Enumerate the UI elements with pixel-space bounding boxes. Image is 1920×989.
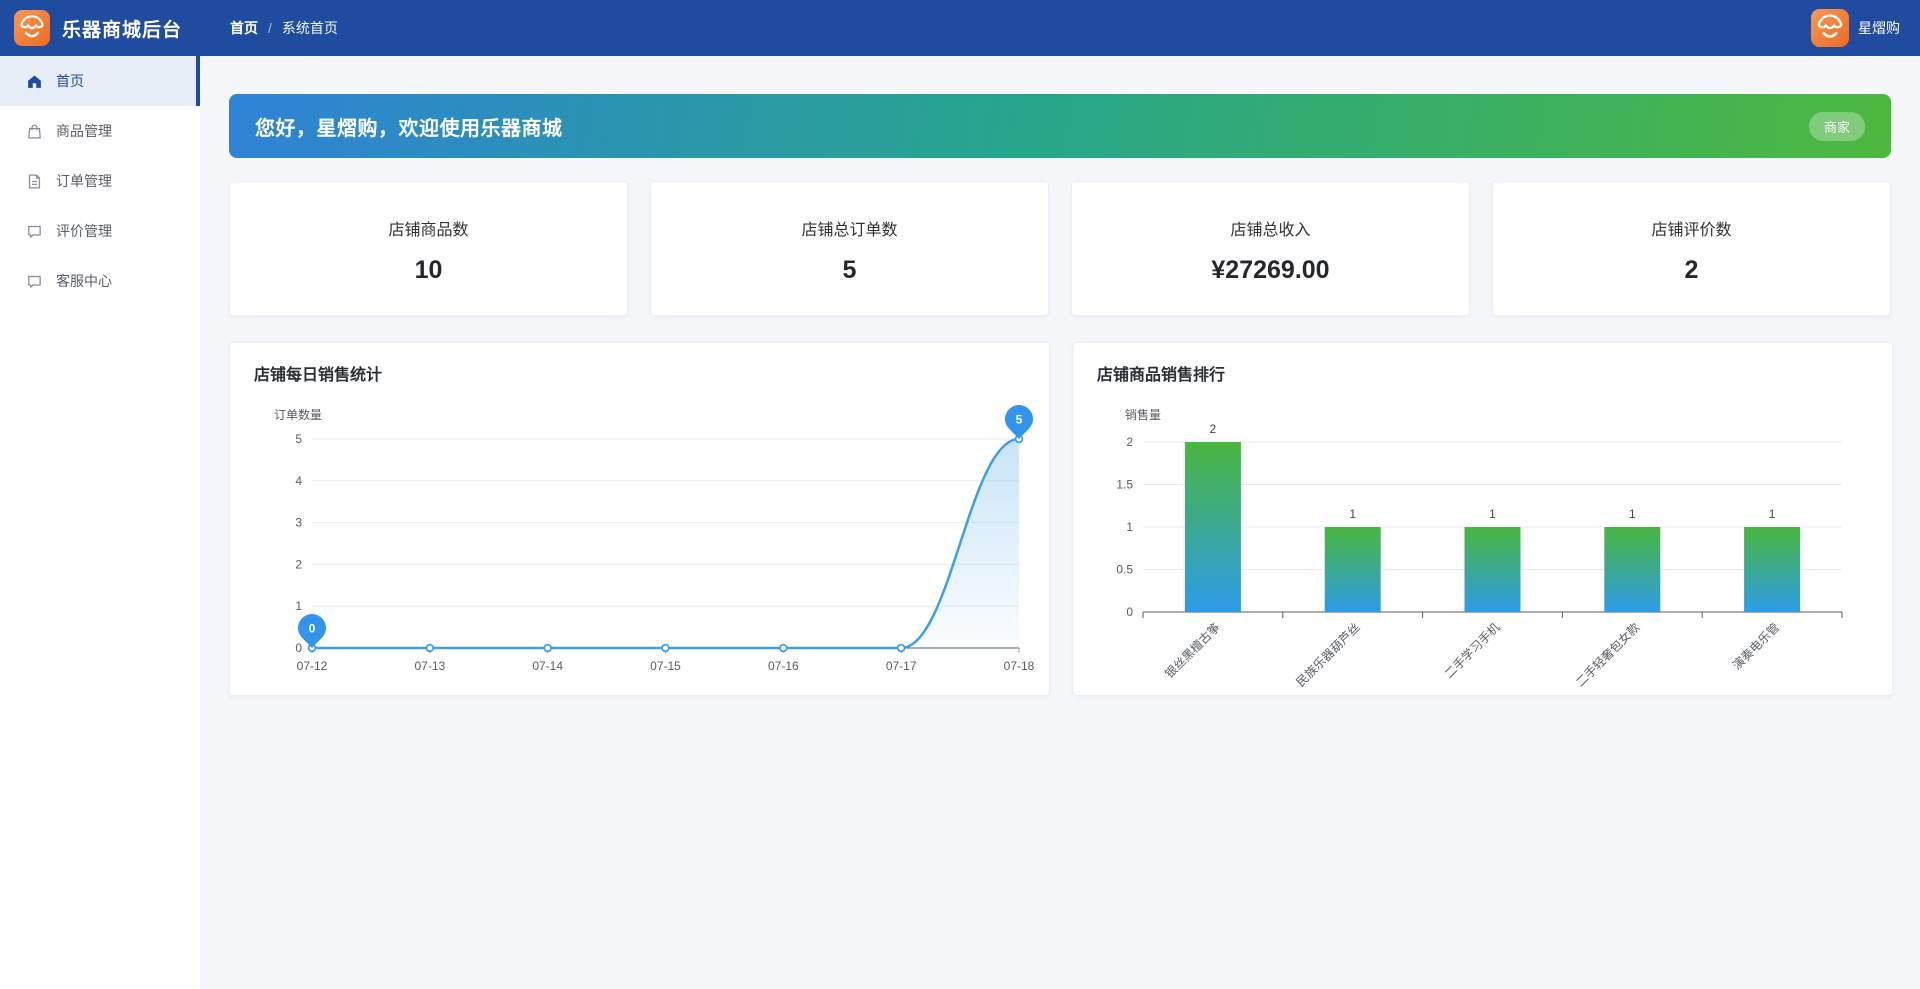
mark-point-pin: 5 [1005,405,1033,439]
svg-text:07-14: 07-14 [532,659,563,673]
svg-text:1: 1 [1489,507,1496,521]
svg-text:1.5: 1.5 [1116,478,1133,492]
svg-text:二手轻奢包女款: 二手轻奢包女款 [1572,620,1642,690]
welcome-banner: 您好，星熠购，欢迎使用乐器商城 商家 [229,94,1891,158]
svg-text:3: 3 [295,516,302,530]
line-series-area [312,439,1019,648]
svg-text:0: 0 [1126,605,1133,619]
mark-point-pin: 0 [298,614,326,648]
svg-text:订单数量: 订单数量 [274,407,322,422]
svg-text:1: 1 [295,599,302,613]
sidebar-item-products[interactable]: 商品管理 [0,106,200,156]
sidebar-item-label: 商品管理 [56,121,112,141]
stat-value: 2 [1685,256,1699,285]
top-navbar: 乐器商城后台 首页 / 系统首页 星熠购 [0,0,1920,56]
svg-text:0: 0 [309,622,316,636]
sidebar: 首页 商品管理 订单管理 评价管理 客服中心 [0,56,200,989]
chat-icon [26,273,43,290]
sidebar-item-reviews[interactable]: 评价管理 [0,206,200,256]
svg-text:07-13: 07-13 [414,659,445,673]
stat-card-revenue: 店铺总收入 ¥27269.00 [1071,181,1470,316]
svg-text:07-16: 07-16 [768,659,799,673]
sidebar-item-label: 首页 [56,71,84,91]
bar-4 [1744,527,1800,612]
home-icon [26,73,43,90]
chart-title: 店铺商品销售排行 [1097,361,1868,385]
svg-text:民族乐器葫芦丝: 民族乐器葫芦丝 [1294,620,1363,689]
svg-text:2: 2 [295,557,302,571]
app-title: 乐器商城后台 [62,15,182,42]
stat-label: 店铺总收入 [1230,216,1310,240]
sidebar-item-support[interactable]: 客服中心 [0,256,200,306]
sidebar-item-orders[interactable]: 订单管理 [0,156,200,206]
svg-text:演奏电乐管: 演奏电乐管 [1729,620,1782,673]
chart-title: 店铺每日销售统计 [254,361,1025,385]
product-ranking-bar-chart-card: 店铺商品销售排行 销售量 0 0.5 1 1.5 2 2 银丝黑檀古筝 1 民族乐器葫芦丝 1 二手学… [1072,342,1893,696]
product-ranking-bar-chart: 销售量 0 0.5 1 1.5 2 2 银丝黑檀古筝 1 民族乐器葫芦丝 1 二手学习手机 1 二手轻奢包… [1097,389,1868,689]
sidebar-item-label: 订单管理 [56,171,112,191]
svg-text:销售量: 销售量 [1125,407,1161,422]
bar-2 [1465,527,1521,612]
stat-card-products: 店铺商品数 10 [229,181,628,316]
sidebar-item-home[interactable]: 首页 [0,56,200,106]
stat-value: ¥27269.00 [1211,256,1329,285]
daily-sales-line-chart-card: 店铺每日销售统计 订单数量01234507-1207-1307-1407-150… [229,342,1050,696]
breadcrumb: 首页 / 系统首页 [230,18,338,38]
document-icon [26,173,43,190]
stat-label: 店铺商品数 [388,216,468,240]
charts-row: 店铺每日销售统计 订单数量01234507-1207-1307-1407-150… [229,342,1891,696]
sidebar-item-label: 评价管理 [56,221,112,241]
storefront-smile-icon [14,10,50,46]
bar-0 [1185,442,1241,612]
line-chart-svg: 订单数量01234507-1207-1307-1407-1507-1607-17… [254,389,1025,689]
user-avatar [1811,9,1849,47]
stat-value: 10 [415,256,443,285]
svg-text:2: 2 [1126,435,1133,449]
svg-text:4: 4 [295,474,302,488]
bag-icon [26,123,43,140]
svg-text:07-18: 07-18 [1004,659,1035,673]
svg-text:2: 2 [1210,422,1217,436]
svg-text:二手学习手机: 二手学习手机 [1441,620,1503,682]
svg-text:1: 1 [1126,520,1133,534]
stat-card-orders: 店铺总订单数 5 [650,181,1049,316]
svg-text:1: 1 [1769,507,1776,521]
stat-card-reviews: 店铺评价数 2 [1492,181,1891,316]
bar-3 [1604,527,1660,612]
svg-text:0.5: 0.5 [1116,563,1133,577]
breadcrumb-separator: / [268,20,272,36]
svg-text:0: 0 [295,641,302,655]
stats-row: 店铺商品数 10 店铺总订单数 5 店铺总收入 ¥27269.00 店铺评价数 … [229,181,1891,316]
main-content: 您好，星熠购，欢迎使用乐器商城 商家 店铺商品数 10 店铺总订单数 5 店铺总… [200,56,1920,989]
svg-text:07-17: 07-17 [886,659,917,673]
daily-sales-line-chart: 订单数量01234507-1207-1307-1407-1507-1607-17… [254,389,1025,689]
stat-value: 5 [843,256,857,285]
stat-label: 店铺总订单数 [801,216,897,240]
comment-icon [26,223,43,240]
breadcrumb-home[interactable]: 首页 [230,18,258,38]
line-series [312,439,1019,648]
bar-chart-svg: 销售量 0 0.5 1 1.5 2 2 银丝黑檀古筝 1 民族乐器葫芦丝 1 二手学习手机 1 二手轻奢包… [1097,389,1868,689]
svg-text:07-15: 07-15 [650,659,681,673]
breadcrumb-current: 系统首页 [282,18,338,38]
stat-label: 店铺评价数 [1651,216,1731,240]
sidebar-item-label: 客服中心 [56,271,112,291]
user-menu[interactable]: 星熠购 [1811,9,1900,47]
svg-text:银丝黑檀古筝: 银丝黑檀古筝 [1161,620,1223,682]
role-badge: 商家 [1809,112,1865,141]
svg-text:5: 5 [295,432,302,446]
user-name: 星熠购 [1858,18,1900,38]
svg-text:1: 1 [1349,507,1356,521]
svg-text:07-12: 07-12 [297,659,328,673]
bar-1 [1325,527,1381,612]
welcome-greeting: 您好，星熠购，欢迎使用乐器商城 [255,112,563,141]
svg-text:1: 1 [1629,507,1636,521]
svg-text:5: 5 [1016,413,1023,427]
